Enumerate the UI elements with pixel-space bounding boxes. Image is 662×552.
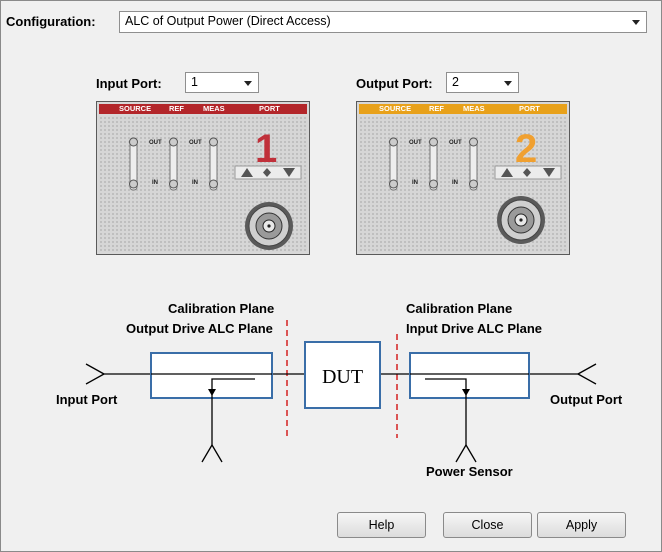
apply-button[interactable]: Apply xyxy=(537,512,626,538)
jumper-source xyxy=(129,137,138,191)
input-port-select[interactable]: 1 xyxy=(185,72,259,93)
jumper-ref xyxy=(429,137,438,191)
right-plane-line1: Calibration Plane xyxy=(406,301,512,316)
chevron-down-icon xyxy=(504,81,512,86)
output-port-panel: SOURCE REF MEAS PORT OUT OUT IN IN 2 xyxy=(356,101,570,255)
out-label: OUT xyxy=(409,140,422,146)
close-button[interactable]: Close xyxy=(443,512,532,538)
input-port-text: Input Port xyxy=(56,392,118,407)
output-port-label: Output Port: xyxy=(356,76,433,91)
left-plane-line1: Calibration Plane xyxy=(168,301,274,316)
in-label: IN xyxy=(152,180,158,186)
jumper-meas xyxy=(469,137,478,191)
output-port-value: 2 xyxy=(452,75,459,89)
port-number: 2 xyxy=(515,127,537,171)
in-label: IN xyxy=(192,180,198,186)
right-coupler xyxy=(409,352,530,399)
out-label: OUT xyxy=(189,140,202,146)
panel-art: OUT OUT IN IN 2 xyxy=(389,127,562,244)
in-label: IN xyxy=(412,180,418,186)
jumper-ref xyxy=(169,137,178,191)
panel-art: OUT OUT IN IN 1 xyxy=(129,127,302,250)
out-label: OUT xyxy=(449,140,462,146)
output-port-select[interactable]: 2 xyxy=(446,72,519,93)
input-port-value: 1 xyxy=(191,75,198,89)
dut-label: DUT xyxy=(322,366,363,388)
output-port-icon xyxy=(577,363,597,385)
help-button[interactable]: Help xyxy=(337,512,426,538)
rf-connector-icon xyxy=(245,202,293,250)
right-plane-line2: Input Drive ALC Plane xyxy=(406,321,542,336)
jumper-source xyxy=(389,137,398,191)
configuration-value: ALC of Output Power (Direct Access) xyxy=(125,14,331,28)
alc-diagram: Calibration Plane Output Drive ALC Plane… xyxy=(56,301,623,479)
chevron-down-icon xyxy=(632,20,640,25)
rf-connector-icon xyxy=(497,196,545,244)
configuration-select[interactable]: ALC of Output Power (Direct Access) xyxy=(119,11,647,33)
in-label: IN xyxy=(452,180,458,186)
input-port-panel: SOURCE REF MEAS PORT OUT OUT IN IN 1 xyxy=(96,101,310,255)
input-port-icon xyxy=(85,363,105,385)
power-sensor-text: Power Sensor xyxy=(426,464,513,479)
chevron-down-icon xyxy=(244,81,252,86)
output-port-text: Output Port xyxy=(550,392,623,407)
configuration-label: Configuration: xyxy=(6,14,96,29)
out-label: OUT xyxy=(149,140,162,146)
left-plane-line2: Output Drive ALC Plane xyxy=(126,321,273,336)
port-number: 1 xyxy=(255,127,277,171)
input-port-label: Input Port: xyxy=(96,76,162,91)
jumper-meas xyxy=(209,137,218,191)
